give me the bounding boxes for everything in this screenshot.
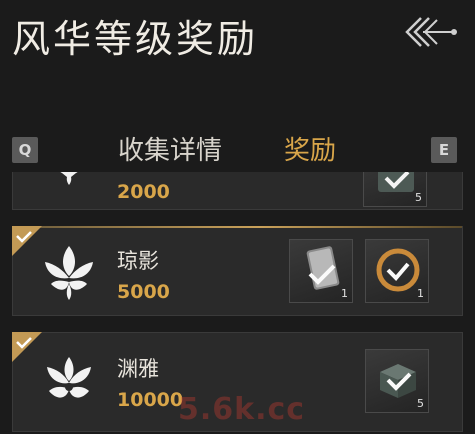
- reward-item-slot[interactable]: 1: [365, 239, 429, 303]
- tab-collection-details[interactable]: 收集详情: [118, 130, 222, 167]
- card-highlight-line: [13, 226, 462, 228]
- level-name: 渊雅: [117, 357, 159, 381]
- reward-item-slot[interactable]: 1: [289, 239, 353, 303]
- item-count: 5: [415, 191, 422, 204]
- reward-item-slot[interactable]: 5: [365, 349, 429, 413]
- flower-emblem-icon: [37, 349, 101, 413]
- flower-emblem-icon: [37, 172, 101, 193]
- watermark: 5.6k.cc: [178, 392, 306, 427]
- item-count: 1: [341, 287, 348, 300]
- flower-emblem-icon: [37, 240, 101, 304]
- level-requirement: 10000: [117, 389, 184, 411]
- back-button[interactable]: [399, 10, 461, 54]
- reward-item-slot[interactable]: 5: [363, 172, 427, 207]
- level-requirement: 5000: [117, 281, 170, 303]
- level-requirement: 2000: [117, 181, 170, 203]
- prev-tab-key-hint[interactable]: Q: [12, 137, 38, 163]
- reward-level-card: 2000 5: [12, 172, 463, 210]
- level-name: 琼影: [117, 249, 159, 273]
- back-arrow-icon: [405, 17, 457, 47]
- next-tab-key-hint[interactable]: E: [431, 137, 457, 163]
- item-count: 5: [417, 397, 424, 410]
- item-count: 1: [417, 287, 424, 300]
- tab-rewards[interactable]: 奖励: [284, 130, 336, 167]
- page-title: 风华等级奖励: [12, 17, 259, 61]
- reward-level-card: 琼影 5000 1 1: [12, 226, 463, 316]
